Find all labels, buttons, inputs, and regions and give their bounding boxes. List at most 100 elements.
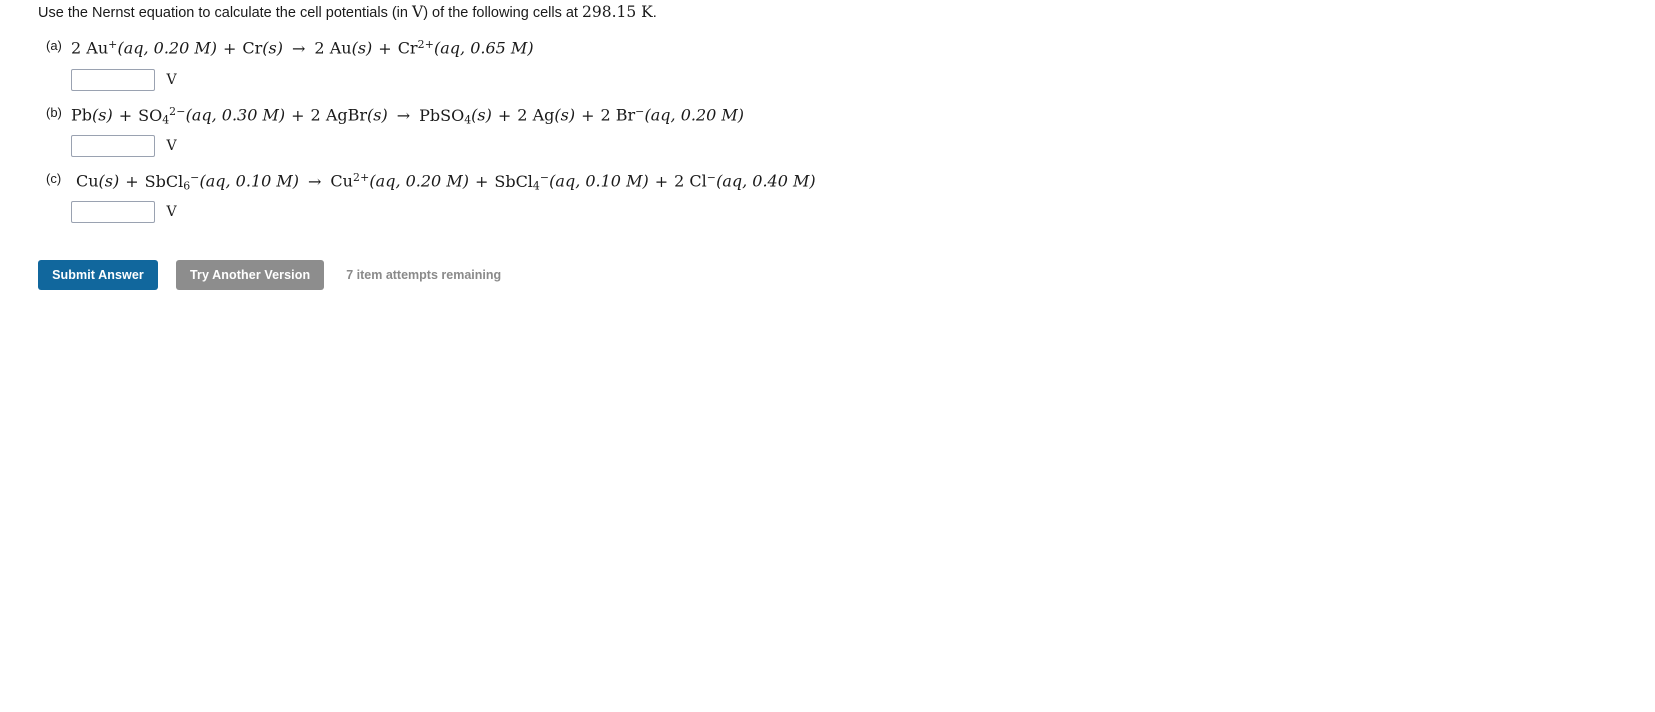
- coefficient: 2: [674, 171, 685, 191]
- question-page: Use the Nernst equation to calculate the…: [0, 0, 1655, 712]
- formula-subscript: 4: [532, 179, 540, 193]
- species-charge: −: [539, 171, 550, 184]
- plus-symbol: +: [125, 171, 139, 191]
- species-state: (s): [367, 105, 388, 125]
- concentration-label: 0.10 M: [585, 171, 643, 191]
- species-state-conc: (aq, 0.20 M): [369, 171, 469, 191]
- species-charge: −: [706, 171, 717, 184]
- species-formula: PbSO4: [419, 105, 472, 127]
- state-label: aq: [205, 171, 226, 191]
- concentration-label: 0.20 M: [680, 105, 738, 125]
- species-state: (s): [554, 105, 576, 125]
- prompt-temperature: 298.15 K: [581, 3, 653, 21]
- species-state-conc: (aq, 0.40 M): [716, 171, 816, 191]
- equation-c: Cu(s) + SbCl6−(aq, 0.10 M) → Cu2+(aq, 0.20 M…: [76, 165, 816, 199]
- answer-unit-c: V: [166, 204, 177, 220]
- species-formula: Cu: [76, 171, 99, 191]
- state-label: aq: [191, 105, 212, 125]
- prompt-text-before: Use the Nernst equation to calculate the…: [38, 5, 412, 21]
- species-formula: SbCl6: [144, 171, 191, 193]
- answer-input-a[interactable]: [71, 69, 155, 91]
- species-state: (s): [471, 105, 492, 125]
- coefficient: 2: [600, 105, 611, 125]
- answer-row-a: V: [71, 69, 177, 93]
- state-label: s: [357, 38, 367, 58]
- answer-row-b: V: [71, 135, 177, 159]
- answer-row-c: V: [71, 201, 177, 225]
- species-state-conc: (aq, 0.65 M): [434, 38, 534, 58]
- species-formula: Au: [329, 38, 352, 58]
- species-formula: Cr: [397, 38, 418, 58]
- species-formula: Br: [615, 105, 636, 125]
- plus-symbol: +: [378, 38, 392, 58]
- species-state: (s): [98, 171, 120, 191]
- species-state-conc: (aq, 0.20 M): [117, 38, 217, 58]
- species-state: (s): [351, 38, 373, 58]
- answer-input-b[interactable]: [71, 135, 155, 157]
- attempts-remaining-text: 7 item attempts remaining: [346, 268, 502, 282]
- state-label: aq: [722, 171, 743, 191]
- controls-bar: Submit Answer Try Another Version 7 item…: [38, 260, 501, 290]
- answer-input-c[interactable]: [71, 201, 155, 223]
- state-label: s: [268, 38, 277, 58]
- species-state-conc: (aq, 0.10 M): [549, 171, 649, 191]
- plus-symbol: +: [474, 171, 489, 191]
- state-label: aq: [123, 38, 144, 58]
- concentration-label: 0.20 M: [153, 38, 211, 58]
- coefficient: 2: [314, 38, 325, 58]
- species-formula: Cl: [689, 171, 707, 191]
- plus-symbol: +: [223, 38, 237, 58]
- part-label-b: (b): [46, 105, 62, 120]
- equation-b: Pb(s) + SO42−(aq, 0.30 M) +2 AgBr(s) → PbSO4(…: [71, 99, 744, 133]
- question-prompt: Use the Nernst equation to calculate the…: [38, 3, 657, 22]
- state-label: aq: [555, 171, 576, 191]
- state-label: s: [104, 171, 114, 191]
- species-formula: Cr: [242, 38, 263, 58]
- species-state: (s): [262, 38, 284, 58]
- plus-symbol: +: [291, 105, 305, 125]
- coefficient: 2: [517, 105, 528, 125]
- coefficient: 2: [71, 38, 82, 58]
- part-label-a: (a): [46, 38, 62, 53]
- species-state: (s): [92, 105, 113, 125]
- species-state-conc: (aq, 0.10 M): [199, 171, 300, 191]
- species-formula: AgBr: [325, 105, 368, 125]
- prompt-text-after: .: [652, 5, 657, 21]
- state-label: s: [373, 105, 382, 125]
- plus-symbol: +: [654, 171, 669, 191]
- state-label: aq: [440, 38, 461, 58]
- species-formula: Au: [86, 38, 109, 58]
- species-formula: Cu: [330, 171, 353, 191]
- answer-unit-b: V: [166, 138, 177, 154]
- submit-answer-button[interactable]: Submit Answer: [38, 260, 158, 290]
- state-label: s: [477, 105, 486, 125]
- species-charge: 2−: [169, 105, 186, 118]
- species-state-conc: (aq, 0.30 M): [185, 105, 286, 125]
- species-state-conc: (aq, 0.20 M): [644, 105, 745, 125]
- plus-symbol: +: [118, 105, 133, 125]
- concentration-label: 0.30 M: [221, 105, 279, 125]
- species-formula: Pb: [71, 105, 93, 125]
- reaction-arrow: →: [292, 38, 306, 58]
- concentration-label: 0.65 M: [470, 38, 528, 58]
- prompt-unit-symbol: V: [412, 3, 424, 21]
- state-label: s: [98, 105, 107, 125]
- coefficient: 2: [310, 105, 321, 125]
- species-charge: 2+: [417, 38, 435, 51]
- species-charge: 2+: [352, 171, 370, 184]
- plus-symbol: +: [497, 105, 512, 125]
- try-another-version-button[interactable]: Try Another Version: [176, 260, 325, 290]
- part-label-c: (c): [46, 171, 62, 186]
- state-label: aq: [375, 171, 396, 191]
- concentration-label: 0.40 M: [752, 171, 810, 191]
- equation-a: 2 Au+(aq, 0.20 M) + Cr(s) → 2 Au(s) + Cr2+(aq,…: [71, 32, 534, 62]
- prompt-text-middle: ) of the following cells at: [423, 5, 582, 21]
- answer-unit-a: V: [166, 72, 177, 88]
- state-label: aq: [650, 105, 671, 125]
- reaction-arrow: →: [308, 171, 322, 191]
- species-formula: SO4: [138, 105, 170, 127]
- concentration-label: 0.20 M: [405, 171, 463, 191]
- concentration-label: 0.10 M: [235, 171, 293, 191]
- species-formula: Ag: [532, 105, 555, 125]
- species-formula: SbCl4: [494, 171, 540, 193]
